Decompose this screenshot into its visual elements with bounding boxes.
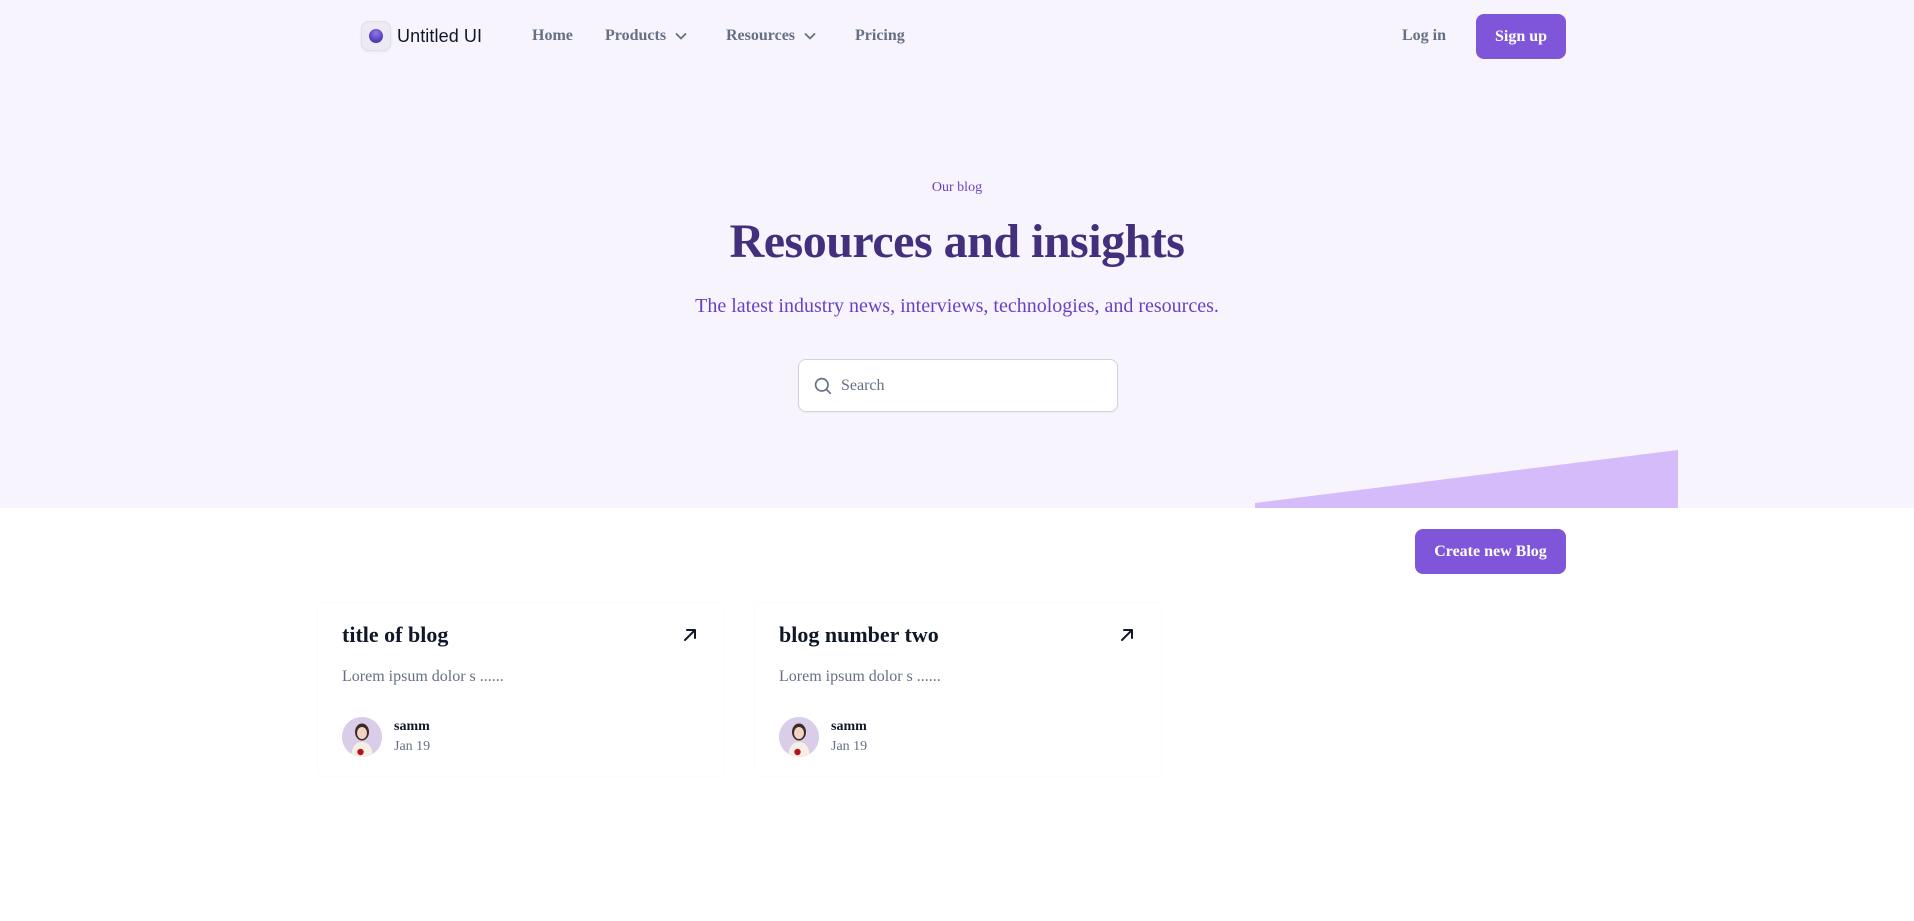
create-blog-button[interactable]: Create new Blog — [1415, 529, 1566, 574]
nav-link-label: Products — [605, 27, 667, 44]
search-input[interactable] — [841, 376, 1111, 395]
blog-card[interactable]: title of blog Lorem ipsum dolor s ......… — [318, 603, 724, 776]
blog-card-excerpt: Lorem ipsum dolor s ...... — [779, 668, 941, 685]
nav-link-home[interactable]: Home — [532, 24, 573, 48]
nav-link-label: Resources — [726, 27, 796, 44]
arrow-up-right-icon[interactable] — [680, 625, 700, 645]
hero-eyebrow: Our blog — [931, 180, 983, 195]
avatar — [342, 717, 382, 757]
top-navigation: Untitled UI Home Products Resources Pric… — [0, 0, 1914, 72]
nav-link-label: Home — [532, 27, 573, 44]
blog-card[interactable]: blog number two Lorem ipsum dolor s ....… — [755, 603, 1161, 776]
blog-card-title: title of blog — [342, 622, 449, 647]
search-icon — [814, 377, 832, 394]
nav-link-resources[interactable]: Resources — [726, 24, 817, 48]
nav-link-products[interactable]: Products — [605, 24, 688, 48]
signup-button[interactable]: Sign up — [1476, 14, 1566, 59]
login-link[interactable]: Log in — [1402, 24, 1446, 48]
blog-card-author: samm — [394, 719, 430, 734]
blog-card-title: blog number two — [779, 622, 939, 647]
blog-card-date: Jan 19 — [394, 739, 431, 754]
page-title: Resources and insights — [729, 215, 1185, 268]
arrow-up-right-icon[interactable] — [1117, 625, 1137, 645]
logo-icon — [361, 21, 391, 51]
chevron-down-icon — [804, 33, 816, 40]
nav-link-label: Pricing — [855, 27, 905, 44]
page-subtitle: The latest industry news, interviews, te… — [695, 295, 1219, 317]
blog-card-author: samm — [831, 719, 867, 734]
brand-logo[interactable]: Untitled UI — [361, 21, 482, 51]
blog-card-date: Jan 19 — [831, 739, 868, 754]
nav-link-pricing[interactable]: Pricing — [855, 24, 905, 48]
chevron-down-icon — [675, 33, 687, 40]
brand-name: Untitled UI — [397, 25, 483, 46]
blog-card-excerpt: Lorem ipsum dolor s ...... — [342, 668, 504, 685]
avatar — [779, 717, 819, 757]
search-box[interactable] — [798, 359, 1118, 412]
